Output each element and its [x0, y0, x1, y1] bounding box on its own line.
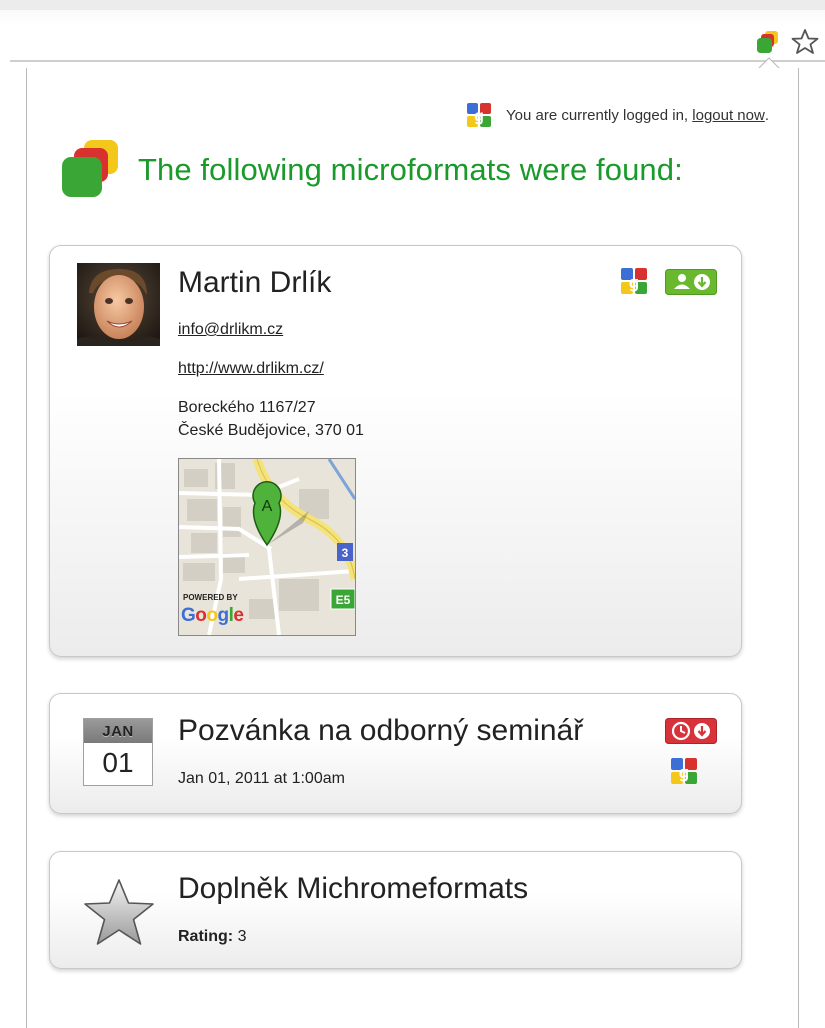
map-powered-by: POWERED BY: [183, 593, 238, 602]
calendar-month: JAN: [84, 719, 152, 743]
toolbar-divider: [10, 60, 825, 62]
google-icon: g: [467, 103, 492, 127]
contact-card: Martin Drlík g info@drlikm.cz http://www…: [49, 245, 742, 657]
toolbar-top-strip: [0, 0, 825, 10]
add-contact-icon[interactable]: [665, 269, 717, 295]
location-map[interactable]: 3 E5 A POWERED BY Google: [178, 458, 356, 636]
svg-text:g: g: [474, 108, 484, 125]
calendar-icon: JAN 01: [83, 718, 153, 786]
login-status: g You are currently logged in, logout no…: [466, 101, 769, 129]
event-card: JAN 01 Pozvánka na odborný seminář Jan 0…: [49, 693, 742, 814]
rating-star-icon: [84, 879, 154, 945]
browser-toolbar: [0, 0, 825, 68]
add-event-icon[interactable]: [665, 718, 717, 744]
review-card: Doplněk Michromeformats Rating: 3: [49, 851, 742, 969]
event-title: Pozvánka na odborný seminář: [178, 714, 584, 747]
svg-text:g: g: [679, 763, 689, 782]
popup-arrow: [758, 57, 780, 69]
popup-header: The following microformats were found:: [60, 140, 683, 200]
microformats-extension-icon[interactable]: [756, 30, 780, 54]
svg-text:g: g: [629, 273, 639, 292]
map-road-label-1: 3: [342, 546, 349, 560]
rating-value: 3: [237, 928, 247, 945]
login-trailing: .: [764, 106, 769, 124]
google-icon[interactable]: g: [620, 267, 648, 295]
rating-label: Rating:: [178, 928, 234, 945]
login-message: You are currently logged in,: [506, 106, 689, 124]
map-marker-label: A: [262, 498, 273, 515]
rating-line: Rating: 3: [178, 928, 246, 946]
review-title: Doplněk Michromeformats: [178, 872, 529, 905]
microformats-logo-icon: [62, 140, 118, 197]
contact-address-line2: České Budějovice, 370 01: [178, 422, 364, 439]
contact-email-link[interactable]: info@drlikm.cz: [178, 321, 283, 339]
google-icon[interactable]: g: [670, 757, 698, 785]
contact-name: Martin Drlík: [178, 266, 332, 299]
bookmark-star-icon[interactable]: [790, 27, 820, 57]
contact-url-link[interactable]: http://www.drlikm.cz/: [178, 360, 324, 378]
logout-link[interactable]: logout now: [692, 107, 765, 124]
calendar-day: 01: [102, 747, 134, 778]
page-title: The following microformats were found:: [138, 152, 683, 187]
map-google-logo: Google: [181, 605, 244, 626]
map-road-label-2: E5: [336, 593, 351, 607]
contact-address-line1: Boreckého 1167/27: [178, 399, 316, 416]
avatar: [77, 263, 160, 346]
event-date: Jan 01, 2011 at 1:00am: [178, 770, 345, 787]
